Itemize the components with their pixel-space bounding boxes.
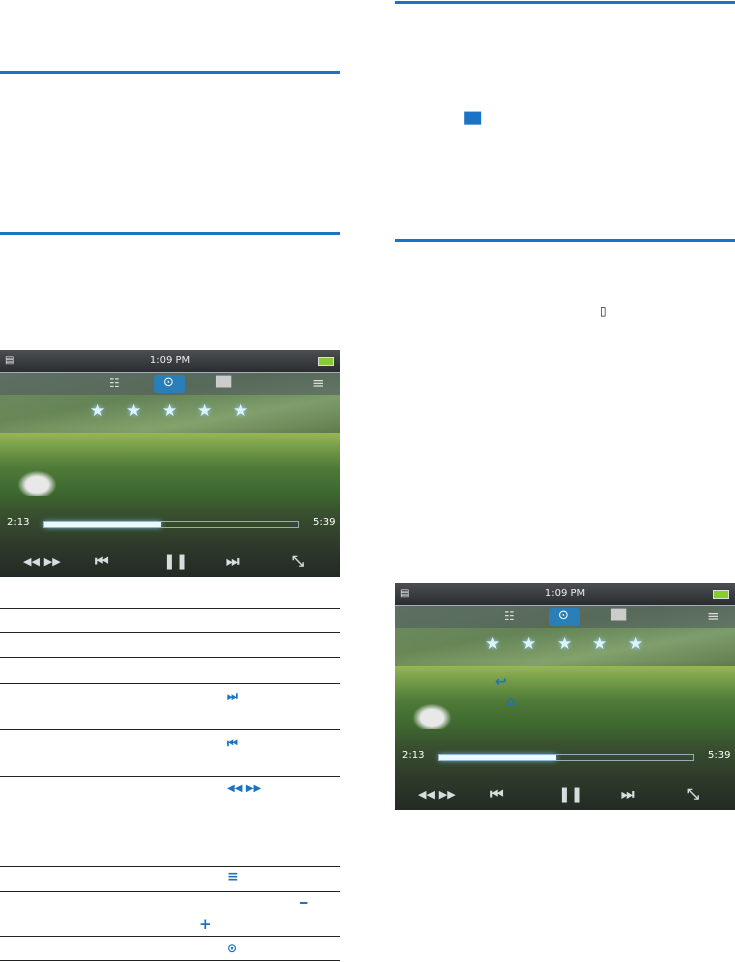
list-view-tab[interactable]: ☷ — [504, 609, 515, 623]
list-view-tab[interactable]: ☷ — [109, 376, 120, 390]
menu-icon[interactable]: ≡ — [707, 607, 720, 625]
next-icon: ⏭ — [227, 689, 238, 703]
back-icon: ↩ — [495, 674, 507, 690]
table-rule — [0, 683, 340, 684]
previous-icon: ⏮ — [227, 736, 238, 750]
exit-fullscreen-button[interactable]: ⤡ — [687, 785, 699, 803]
previous-button[interactable]: ⏮ — [490, 785, 504, 803]
vibrate-icon: ▐█▌ — [460, 112, 486, 125]
rating-star[interactable]: ★ — [126, 401, 141, 421]
table-rule — [0, 936, 340, 937]
next-button[interactable]: ⏭ — [226, 552, 240, 570]
status-bar: 1:09 PM ▤ — [395, 583, 735, 606]
battery-icon — [318, 357, 334, 366]
video-icon: ▤ — [5, 355, 15, 366]
previous-button[interactable]: ⏮ — [95, 552, 109, 570]
video-frame-rider — [409, 701, 455, 729]
table-rule — [0, 776, 340, 777]
status-bar: 1:09 PM ▤ — [0, 350, 340, 373]
total-time: 5:39 — [708, 750, 731, 761]
section-rule — [395, 1, 735, 4]
rating-star[interactable]: ★ — [90, 401, 105, 421]
table-rule — [0, 866, 340, 867]
rewind-forward-icon: ◀◀ ▶▶ — [227, 783, 262, 794]
rating-star[interactable]: ★ — [233, 401, 248, 421]
table-rule — [0, 891, 340, 892]
rating-star[interactable]: ★ — [485, 634, 500, 654]
video-player-screenshot: 1:09 PM ▤ ☷ ⊙ ▐█▌ ≡ ★ ★ ★ ★ ★ 2:13 5:39 … — [0, 350, 340, 577]
next-button[interactable]: ⏭ — [621, 785, 635, 803]
rating-star[interactable]: ★ — [628, 634, 643, 654]
progress-fill — [439, 755, 556, 760]
pause-button[interactable]: ❚❚ — [163, 552, 188, 570]
progress-bar[interactable] — [43, 521, 299, 528]
table-rule — [0, 608, 340, 609]
video-frame-rider — [14, 468, 60, 496]
rating-star[interactable]: ★ — [521, 634, 536, 654]
rating-star[interactable]: ★ — [162, 401, 177, 421]
table-rule — [0, 632, 340, 633]
menu-icon[interactable]: ≡ — [312, 374, 325, 392]
section-rule — [0, 71, 340, 74]
play-icon: ⊙ — [558, 608, 569, 623]
vibrate-tab[interactable]: ▐█▌ — [212, 377, 235, 388]
clock: 1:09 PM — [149, 355, 191, 366]
minus-icon: ━ — [300, 896, 308, 910]
progress-fill — [44, 522, 161, 527]
video-icon: ▯ — [600, 304, 607, 318]
video-player-screenshot: 1:09 PM ▤ ☷ ⊙ ▐█▌ ≡ ★ ★ ★ ★ ★ 2:13 5:39 … — [395, 583, 735, 810]
table-rule — [0, 657, 340, 658]
plus-icon: + — [199, 915, 212, 933]
pause-button[interactable]: ❚❚ — [558, 785, 583, 803]
rewind-forward-button[interactable]: ◀◀ ▶▶ — [418, 788, 456, 801]
now-playing-tab[interactable]: ⊙ — [549, 608, 580, 626]
rating-star[interactable]: ★ — [557, 634, 572, 654]
table-rule — [0, 960, 340, 961]
exit-fullscreen-button[interactable]: ⤡ — [292, 552, 304, 570]
progress-bar[interactable] — [438, 754, 694, 761]
play-icon: ⊙ — [227, 941, 238, 955]
video-icon: ▤ — [400, 588, 410, 599]
menu-icon: ≡ — [227, 869, 239, 885]
rewind-forward-button[interactable]: ◀◀ ▶▶ — [23, 555, 61, 568]
play-icon: ⊙ — [163, 375, 174, 390]
elapsed-time: 2:13 — [7, 517, 30, 528]
clock: 1:09 PM — [544, 588, 586, 599]
section-rule — [395, 239, 735, 242]
rating-star[interactable]: ★ — [592, 634, 607, 654]
vibrate-tab[interactable]: ▐█▌ — [607, 610, 630, 621]
section-rule — [0, 232, 340, 235]
battery-icon — [713, 590, 729, 599]
total-time: 5:39 — [313, 517, 336, 528]
now-playing-tab[interactable]: ⊙ — [154, 375, 185, 393]
home-icon: ⌂ — [506, 694, 516, 709]
table-rule — [0, 729, 340, 730]
rating-star[interactable]: ★ — [197, 401, 212, 421]
elapsed-time: 2:13 — [402, 750, 425, 761]
